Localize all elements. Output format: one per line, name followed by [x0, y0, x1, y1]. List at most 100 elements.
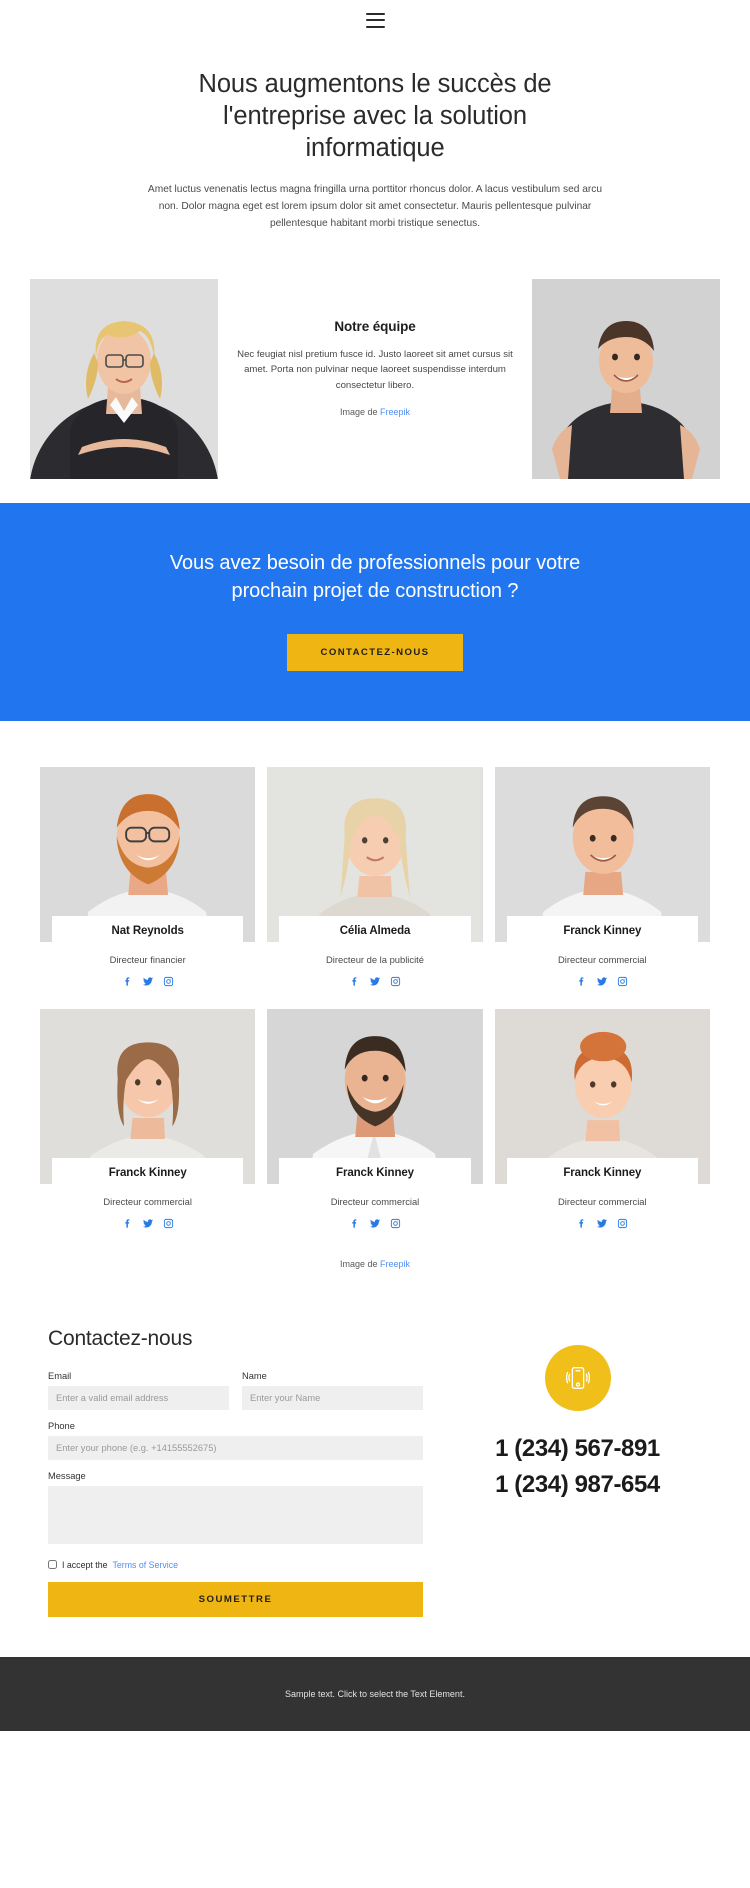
email-label: Email	[48, 1370, 72, 1381]
contact-row-email-name: Email Name	[48, 1371, 423, 1410]
facebook-icon[interactable]	[349, 976, 360, 987]
burger-bar	[365, 25, 385, 28]
instagram-icon[interactable]	[390, 976, 401, 987]
name-field-group: Name	[242, 1371, 423, 1410]
freepik-link[interactable]: Freepik	[380, 407, 410, 417]
member-social-links	[495, 1218, 710, 1229]
team-intro-heading: Notre équipe	[334, 318, 416, 334]
instagram-icon[interactable]	[617, 1218, 628, 1229]
member-role: Directeur commercial	[558, 953, 647, 965]
twitter-icon[interactable]	[596, 1218, 608, 1229]
contact-section: Contactez-nous Email Name Phone Message	[0, 1269, 750, 1657]
member-name: Célia Almeda	[339, 924, 411, 937]
name-field[interactable]	[242, 1385, 423, 1410]
email-field[interactable]	[48, 1385, 229, 1410]
woman-portrait-illustration	[30, 278, 218, 479]
member-role: Directeur de la publicité	[326, 953, 424, 965]
facebook-icon[interactable]	[122, 1218, 133, 1229]
member-name-plate: Franck Kinney	[506, 1157, 698, 1187]
freepik-link[interactable]: Freepik	[380, 1259, 410, 1269]
member-social-links	[40, 976, 255, 987]
member-name: Franck Kinney	[108, 1166, 187, 1179]
team-intro-section: Notre équipe Nec feugiat nisl pretium fu…	[0, 249, 750, 503]
message-label: Message	[48, 1470, 86, 1481]
page-title: Nous augmentons le succès de l'entrepris…	[198, 70, 552, 163]
member-name: Nat Reynolds	[111, 924, 184, 937]
twitter-icon[interactable]	[369, 976, 381, 987]
submit-button[interactable]: SOUMETTRE	[48, 1581, 423, 1617]
footer-text: Sample text. Click to select the Text El…	[285, 1688, 465, 1699]
instagram-icon[interactable]	[617, 976, 628, 987]
team-member-card[interactable]: Franck Kinney Directeur commercial	[267, 1008, 483, 1229]
twitter-icon[interactable]	[142, 976, 154, 987]
team-intro-paragraph: Nec feugiat nisl pretium fusce id. Justo…	[237, 348, 513, 391]
member-social-links	[267, 1218, 482, 1229]
member-name-plate: Franck Kinney	[506, 915, 698, 945]
member-social-links	[495, 976, 710, 987]
phone-field[interactable]	[48, 1435, 423, 1460]
member-role: Directeur commercial	[558, 1195, 647, 1207]
member-name-plate: Franck Kinney	[52, 1157, 244, 1187]
member-role: Directeur commercial	[330, 1195, 420, 1207]
member-name-plate: Célia Almeda	[279, 915, 471, 945]
member-name-plate: Franck Kinney	[279, 1157, 471, 1187]
hero-section: Nous augmentons le succès de l'entrepris…	[0, 40, 750, 249]
members-credit-prefix: Image de	[339, 1258, 380, 1269]
page-root: Nous augmentons le succès de l'entrepris…	[0, 0, 750, 1731]
facebook-icon[interactable]	[576, 1218, 587, 1229]
terms-acceptance-row: I accept the Terms of Service	[48, 1560, 423, 1570]
phone-number-secondary[interactable]: 1 (234) 987-654	[453, 1467, 702, 1503]
team-member-card[interactable]: Célia Almeda Directeur de la publicité	[267, 766, 483, 987]
site-header	[0, 0, 750, 40]
member-role: Directeur commercial	[103, 1195, 192, 1207]
burger-bar	[365, 19, 385, 21]
instagram-icon[interactable]	[390, 1218, 401, 1229]
team-photo-left	[30, 278, 218, 479]
name-label: Name	[242, 1370, 267, 1381]
accept-terms-checkbox[interactable]	[48, 1560, 57, 1570]
member-role: Directeur financier	[109, 953, 186, 965]
email-field-group: Email	[48, 1371, 229, 1410]
team-member-card[interactable]: Franck Kinney Directeur commercial	[40, 1008, 256, 1229]
phone-field-group: Phone	[48, 1421, 423, 1460]
contact-heading: Contactez-nous	[48, 1326, 193, 1350]
message-field-group: Message	[48, 1471, 423, 1549]
facebook-icon[interactable]	[576, 976, 587, 987]
members-image-credit: Image de Freepik	[0, 1243, 750, 1269]
member-name: Franck Kinney	[563, 1166, 642, 1179]
burger-bar	[365, 12, 385, 15]
team-intro-text: Notre équipe Nec feugiat nisl pretium fu…	[218, 279, 532, 418]
facebook-icon[interactable]	[122, 976, 133, 987]
phone-label: Phone	[48, 1420, 75, 1431]
instagram-icon[interactable]	[163, 1218, 174, 1229]
twitter-icon[interactable]	[596, 976, 608, 987]
twitter-icon[interactable]	[369, 1218, 381, 1229]
team-photo-right	[532, 278, 720, 479]
team-members-grid: Nat Reynolds Directeur financier Célia A…	[0, 721, 750, 1243]
cta-banner: Vous avez besoin de professionnels pour …	[0, 502, 750, 721]
instagram-icon[interactable]	[163, 976, 174, 987]
member-name: Franck Kinney	[336, 1166, 414, 1179]
accept-terms-label: I accept the	[62, 1559, 108, 1570]
site-footer: Sample text. Click to select the Text El…	[0, 1656, 750, 1731]
phone-glyph	[565, 1366, 590, 1389]
team-member-card[interactable]: Nat Reynolds Directeur financier	[40, 766, 256, 987]
team-member-card[interactable]: Franck Kinney Directeur commercial	[494, 766, 710, 987]
hamburger-menu-icon[interactable]	[365, 12, 385, 28]
hero-paragraph: Amet luctus venenatis lectus magna fring…	[147, 184, 603, 230]
cta-heading: Vous avez besoin de professionnels pour …	[169, 551, 581, 603]
contact-phone-panel: 1 (234) 567-891 1 (234) 987-654	[453, 1327, 702, 1503]
contact-us-button[interactable]: CONTACTEZ-NOUS	[286, 633, 464, 671]
contact-form: Contactez-nous Email Name Phone Message	[48, 1327, 423, 1617]
mobile-phone-ringing-icon	[544, 1344, 611, 1411]
terms-of-service-link[interactable]: Terms of Service	[112, 1560, 178, 1570]
facebook-icon[interactable]	[349, 1218, 360, 1229]
message-field[interactable]	[48, 1485, 423, 1544]
team-member-card[interactable]: Franck Kinney Directeur commercial	[494, 1008, 710, 1229]
member-name-plate: Nat Reynolds	[52, 915, 244, 945]
phone-number-primary[interactable]: 1 (234) 567-891	[453, 1431, 702, 1467]
image-credit: Image de Freepik	[236, 407, 514, 417]
member-social-links	[267, 976, 482, 987]
twitter-icon[interactable]	[142, 1218, 154, 1229]
image-credit-prefix: Image de	[339, 407, 380, 418]
